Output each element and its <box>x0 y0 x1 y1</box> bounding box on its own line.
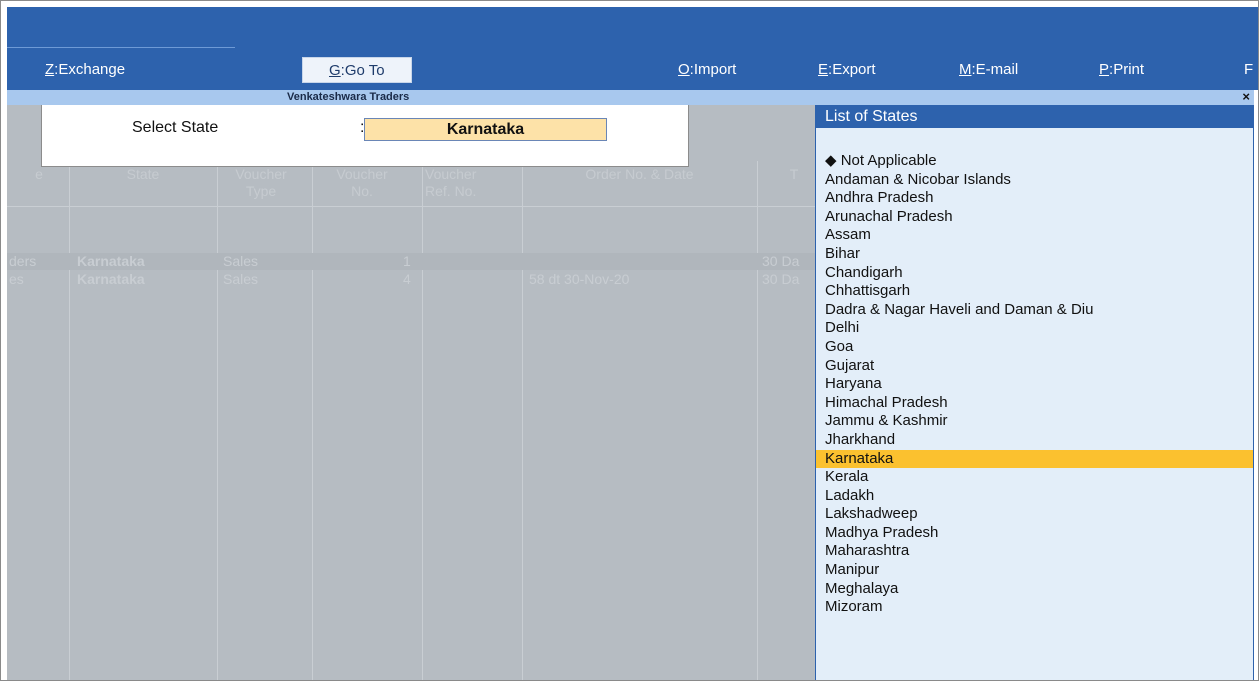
row2-terms: 30 Da <box>762 271 800 287</box>
export-label: Export <box>832 61 876 78</box>
state-item-maharashtra[interactable]: Maharashtra <box>816 542 1253 561</box>
print-shortcut-key: P <box>1099 61 1110 78</box>
row2-order: 58 dt 30-Nov-20 <box>529 271 630 287</box>
header-state: State <box>126 166 160 182</box>
state-item-lakshadweep[interactable]: Lakshadweep <box>816 505 1253 524</box>
state-item-arunachal-pradesh[interactable]: Arunachal Pradesh <box>816 208 1253 227</box>
state-item-manipur[interactable]: Manipur <box>816 561 1253 580</box>
header-voucher-no: Voucher No. <box>336 166 388 199</box>
email-button[interactable]: M:E-mail <box>959 57 1018 83</box>
row2-voucher-no: 4 <box>403 271 411 287</box>
state-item-delhi[interactable]: Delhi <box>816 319 1253 338</box>
header-voucher-type: Voucher Type <box>235 166 287 199</box>
state-item-andaman-nicobar-islands[interactable]: Andaman & Nicobar Islands <box>816 171 1253 190</box>
goto-shortcut-key: G <box>329 62 341 79</box>
state-item-chandigarh[interactable]: Chandigarh <box>816 264 1253 283</box>
company-name: Venkateshwara Traders <box>287 91 410 103</box>
state-item-gujarat[interactable]: Gujarat <box>816 357 1253 376</box>
more-toolbar-button[interactable]: F <box>1244 57 1253 83</box>
import-label: Import <box>693 61 737 78</box>
column-divider <box>69 161 70 680</box>
states-list: ◆ Not Applicable Andaman & Nicobar Island… <box>816 152 1253 617</box>
header-divider <box>7 206 815 207</box>
print-label: Print <box>1113 61 1145 78</box>
import-shortcut-key: O <box>678 61 690 78</box>
column-divider <box>757 161 758 680</box>
column-divider <box>217 161 218 680</box>
column-divider <box>312 161 313 680</box>
column-divider <box>522 161 523 680</box>
state-item-meghalaya[interactable]: Meghalaya <box>816 580 1253 599</box>
header-voucher-ref: Voucher Ref. No. <box>425 166 477 199</box>
state-item-mizoram[interactable]: Mizoram <box>816 598 1253 617</box>
exchange-label: Exchange <box>58 61 126 78</box>
state-item-haryana[interactable]: Haryana <box>816 375 1253 394</box>
state-item-kerala[interactable]: Kerala <box>816 468 1253 487</box>
goto-button[interactable]: G:Go To <box>302 57 412 83</box>
email-label: E-mail <box>975 61 1019 78</box>
row1-party: ders <box>9 253 37 269</box>
states-list-title: List of States <box>816 106 1253 128</box>
state-item-andhra-pradesh[interactable]: Andhra Pradesh <box>816 189 1253 208</box>
header-terms: T <box>789 166 799 182</box>
app-window: Z:Exchange G:Go To O:Import E:Export M:E… <box>0 0 1259 681</box>
exchange-shortcut-key: Z <box>45 61 55 78</box>
column-divider <box>422 161 423 680</box>
row1-state: Karnataka <box>77 253 145 269</box>
header-order-no-date: Order No. & Date <box>585 166 694 182</box>
row2-party: es <box>9 271 24 287</box>
state-item-himachal-pradesh[interactable]: Himachal Pradesh <box>816 394 1253 413</box>
select-state-dialog: Select State : Karnataka <box>41 105 689 167</box>
select-state-label: Select State <box>132 119 219 136</box>
row2-voucher-type: Sales <box>223 271 259 287</box>
state-item-karnataka[interactable]: Karnataka <box>816 449 1253 469</box>
close-icon[interactable]: × <box>1242 89 1250 105</box>
goto-label: Go To <box>344 62 385 79</box>
state-item-bihar[interactable]: Bihar <box>816 245 1253 264</box>
row1-terms: 30 Da <box>762 253 800 269</box>
state-input[interactable]: Karnataka <box>364 118 607 141</box>
report-background: e State Voucher Type Voucher No. Voucher… <box>7 105 815 680</box>
state-item-dadra-nagar-haveli-and-daman-diu[interactable]: Dadra & Nagar Haveli and Daman & Diu <box>816 301 1253 320</box>
row1-voucher-no: 1 <box>403 253 411 269</box>
print-button[interactable]: P:Print <box>1099 57 1144 83</box>
row2-state: Karnataka <box>77 271 145 287</box>
row1-voucher-type: Sales <box>223 253 259 269</box>
state-item-jharkhand[interactable]: Jharkhand <box>816 431 1253 450</box>
export-button[interactable]: E:Export <box>818 57 876 83</box>
email-shortcut-key: M <box>959 61 972 78</box>
state-item-jammu-kashmir[interactable]: Jammu & Kashmir <box>816 412 1253 431</box>
state-item-chhattisgarh[interactable]: Chhattisgarh <box>816 282 1253 301</box>
export-shortcut-key: E <box>818 61 829 78</box>
company-title-bar: Venkateshwara Traders × <box>7 89 1254 105</box>
top-toolbar <box>7 7 1258 90</box>
states-list-panel: List of States ◆ Not Applicable Andaman &… <box>815 105 1254 680</box>
state-item-not-applicable[interactable]: ◆ Not Applicable <box>816 152 1253 171</box>
exchange-button[interactable]: Z:Exchange <box>45 57 125 83</box>
header-party: e <box>35 166 43 182</box>
state-item-ladakh[interactable]: Ladakh <box>816 487 1253 506</box>
import-button[interactable]: O:Import <box>678 57 736 83</box>
state-item-goa[interactable]: Goa <box>816 338 1253 357</box>
state-item-assam[interactable]: Assam <box>816 226 1253 245</box>
toolbar-divider <box>7 47 235 48</box>
state-item-madhya-pradesh[interactable]: Madhya Pradesh <box>816 524 1253 543</box>
